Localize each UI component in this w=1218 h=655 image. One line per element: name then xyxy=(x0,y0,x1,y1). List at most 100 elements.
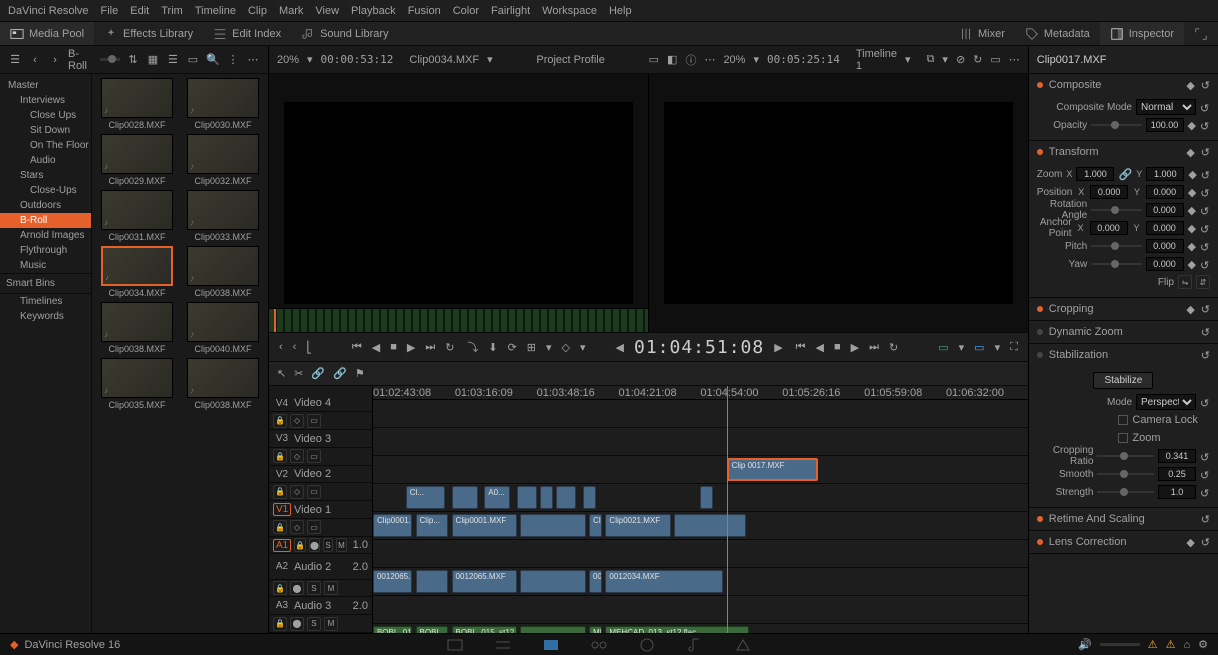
tree-item[interactable]: Arnold Images xyxy=(0,228,91,243)
info-icon[interactable]: ⓘ xyxy=(685,52,696,68)
timeline-clip[interactable] xyxy=(540,486,553,509)
mute-icon[interactable]: M xyxy=(324,581,338,595)
menu-item[interactable]: Edit xyxy=(130,5,149,17)
track-header-a3-ctrl[interactable]: 🔒⬤SM xyxy=(269,615,372,633)
timeline-tracks[interactable]: 01:02:43:0801:03:16:0901:03:48:1601:04:2… xyxy=(373,386,1028,633)
filmstrip-icon[interactable]: ▭ xyxy=(186,53,200,67)
fairlight-page-icon[interactable] xyxy=(686,636,704,654)
tree-item[interactable]: Music xyxy=(0,258,91,273)
viewer-layout-icon[interactable]: ◧ xyxy=(667,53,677,66)
mark-in-icon[interactable]: ⎣ xyxy=(306,341,312,354)
auto-select-icon[interactable]: ◇ xyxy=(290,449,304,463)
track-v2[interactable]: Clip0001.MXFClip...Clip0001.MXFClip...Cl… xyxy=(373,512,1028,540)
track-header-v1-ctrl[interactable]: 🔒◇▭ xyxy=(269,519,372,537)
timeline-clip[interactable] xyxy=(700,486,713,509)
src-zoom[interactable]: 20% xyxy=(277,54,299,66)
reset-icon[interactable]: ↺ xyxy=(1201,536,1210,549)
clip-thumbnail[interactable]: Clip0032.MXF xyxy=(182,134,264,186)
lock-icon[interactable]: 🔒 xyxy=(273,520,287,534)
timeline-clip[interactable]: Clip... xyxy=(589,514,602,537)
track-v2b[interactable] xyxy=(373,540,1028,568)
full-screen-icon[interactable]: ⛶ xyxy=(1010,341,1018,354)
timeline-clip[interactable]: Cl... xyxy=(406,486,445,509)
tree-item-broll[interactable]: B-Roll xyxy=(0,213,91,228)
chevron-down-icon[interactable]: ▾ xyxy=(905,53,911,66)
clip-thumbnail[interactable]: Clip0029.MXF xyxy=(96,134,178,186)
search-icon[interactable]: 🔍 xyxy=(206,53,220,67)
rotation-input[interactable] xyxy=(1146,203,1184,217)
color-page-icon[interactable] xyxy=(638,636,656,654)
lock-icon[interactable]: 🔒 xyxy=(273,414,287,428)
timeline-clip[interactable]: 0012065.MXF xyxy=(452,570,517,593)
stop-icon[interactable]: ■ xyxy=(834,341,841,353)
menu-item[interactable]: Timeline xyxy=(195,5,236,17)
chevron-left-icon[interactable]: ‹ xyxy=(279,341,283,353)
composite-mode-select[interactable]: Normal xyxy=(1136,99,1196,115)
menu-item[interactable]: Trim xyxy=(161,5,183,17)
timeline-clip[interactable] xyxy=(452,486,478,509)
more-icon[interactable]: ⋯ xyxy=(704,53,715,66)
clip-thumbnail[interactable]: Clip0038.MXF xyxy=(182,246,264,298)
pitch-slider[interactable] xyxy=(1091,245,1141,247)
expand-icon[interactable] xyxy=(1184,22,1218,45)
reset-icon[interactable]: ↺ xyxy=(1200,187,1210,197)
edit-page-icon[interactable] xyxy=(542,636,560,654)
menu-item[interactable]: Clip xyxy=(248,5,267,17)
lock-icon[interactable]: 🔒 xyxy=(273,581,287,595)
menu-item[interactable]: DaVinci Resolve xyxy=(8,5,89,17)
timeline-clip[interactable]: MEHCAD_013_st12.flac xyxy=(605,626,749,633)
reset-icon[interactable]: ↺ xyxy=(1200,223,1210,233)
reset-icon[interactable]: ↺ xyxy=(1201,146,1210,159)
record-icon[interactable]: ⬤ xyxy=(290,617,304,631)
menu-item[interactable]: View xyxy=(315,5,339,17)
crop-ratio-input[interactable] xyxy=(1158,449,1196,463)
disable-icon[interactable]: ▭ xyxy=(307,485,321,499)
track-header-a3[interactable]: A3Audio 32.0 xyxy=(269,597,372,615)
rotation-slider[interactable] xyxy=(1091,209,1141,211)
prev-frame-icon[interactable]: ◀ xyxy=(816,341,824,354)
auto-select-icon[interactable]: ◇ xyxy=(290,485,304,499)
clip-thumbnail[interactable]: Clip0040.MXF xyxy=(182,302,264,354)
viewer-mode-icon[interactable]: ▾ xyxy=(942,53,948,66)
yaw-input[interactable] xyxy=(1146,257,1184,271)
mute-icon[interactable]: M xyxy=(336,538,346,552)
link-icon[interactable]: 🔗 xyxy=(1118,168,1132,181)
tree-item[interactable]: Close-Ups xyxy=(0,183,91,198)
replace-icon[interactable]: ⟳ xyxy=(508,341,517,354)
menu-item[interactable]: Fusion xyxy=(408,5,441,17)
zoom-y-input[interactable] xyxy=(1146,167,1184,181)
solo-icon[interactable]: S xyxy=(307,581,321,595)
first-frame-icon[interactable]: ⏮ xyxy=(352,341,362,354)
sound-library-toggle[interactable]: Sound Library xyxy=(291,22,399,45)
enable-dot-icon[interactable] xyxy=(1037,329,1043,335)
track-v1[interactable]: 0012065.MXF0012065.MXF0012...0012034.MXF xyxy=(373,568,1028,596)
keyframe-icon[interactable]: ◆ xyxy=(1188,258,1196,271)
edit-index-toggle[interactable]: Edit Index xyxy=(203,22,291,45)
volume-slider[interactable] xyxy=(1100,643,1140,646)
filter-icon[interactable]: ⋮ xyxy=(226,53,240,67)
first-frame-icon[interactable]: ⏮ xyxy=(796,341,806,354)
disable-icon[interactable]: ▭ xyxy=(307,449,321,463)
strength-input[interactable] xyxy=(1158,485,1196,499)
reset-icon[interactable]: ↺ xyxy=(1201,513,1210,526)
bin-list-icon[interactable]: ☰ xyxy=(8,53,22,67)
tree-item[interactable]: Audio xyxy=(0,153,91,168)
last-frame-icon[interactable]: ⏭ xyxy=(425,341,435,354)
flip-h-icon[interactable]: ⇋ xyxy=(1178,275,1192,289)
rec-zoom[interactable]: 20% xyxy=(723,54,745,66)
timeline-clip[interactable] xyxy=(520,626,585,633)
auto-select-icon[interactable]: ◇ xyxy=(290,414,304,428)
enable-dot-icon[interactable] xyxy=(1037,82,1043,88)
overwrite-icon[interactable]: ⬇ xyxy=(488,341,497,354)
timeline-clip[interactable] xyxy=(674,514,746,537)
keyframe-icon[interactable]: ◆ xyxy=(1186,536,1194,549)
tree-item[interactable]: On The Floor xyxy=(0,138,91,153)
pitch-input[interactable] xyxy=(1146,239,1184,253)
smooth-input[interactable] xyxy=(1158,467,1196,481)
timeline-clip[interactable]: 0012065.MXF xyxy=(373,570,412,593)
enable-dot-icon[interactable] xyxy=(1037,352,1043,358)
timeline-clip[interactable]: Clip0021.MXF xyxy=(605,514,670,537)
stabilize-button[interactable]: Stabilize xyxy=(1093,372,1153,389)
timeline-clip[interactable] xyxy=(556,486,576,509)
strength-slider[interactable] xyxy=(1097,491,1154,493)
